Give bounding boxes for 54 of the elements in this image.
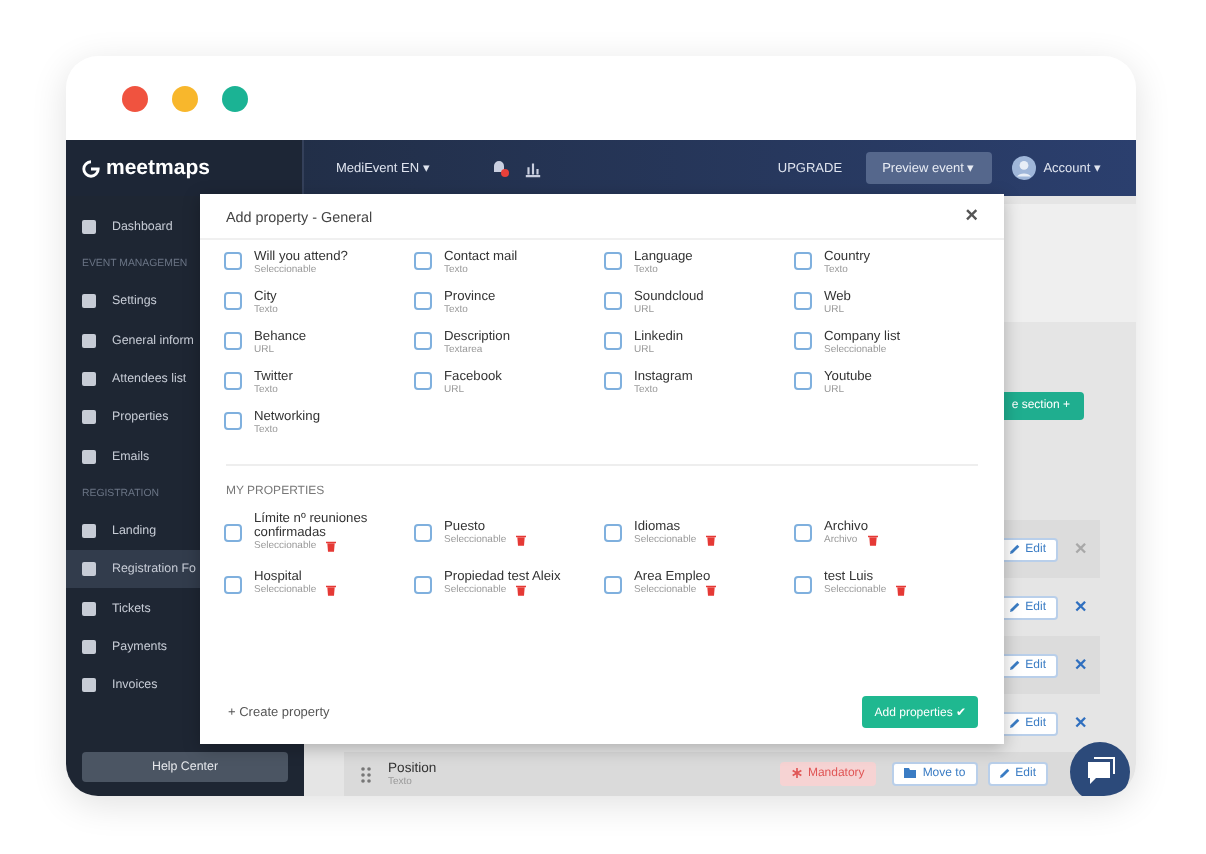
pencil-icon xyxy=(999,768,1010,779)
window-dot[interactable] xyxy=(222,85,248,111)
trash-icon[interactable] xyxy=(326,584,337,596)
window-dot[interactable] xyxy=(172,85,198,111)
checkbox[interactable] xyxy=(414,292,432,310)
trash-icon[interactable] xyxy=(706,533,717,545)
bar-chart-icon[interactable] xyxy=(524,159,543,177)
checkbox[interactable] xyxy=(224,252,242,270)
pencil-icon xyxy=(1009,601,1020,612)
checkbox[interactable] xyxy=(794,524,812,542)
remove-button[interactable]: ✕ xyxy=(1074,656,1088,675)
checkbox[interactable] xyxy=(224,575,242,593)
checkbox[interactable] xyxy=(414,575,432,593)
checkbox[interactable] xyxy=(414,524,432,542)
trash-icon[interactable] xyxy=(867,533,878,545)
checkbox[interactable] xyxy=(604,332,622,350)
checkbox[interactable] xyxy=(224,372,242,390)
asterisk-icon xyxy=(791,768,802,779)
checkbox[interactable] xyxy=(224,332,242,350)
logo-icon xyxy=(82,159,100,177)
pencil-icon xyxy=(1009,543,1020,554)
pencil-icon xyxy=(1009,717,1020,728)
folder-icon xyxy=(904,768,917,779)
close-button[interactable]: × xyxy=(965,204,978,228)
checkbox[interactable] xyxy=(224,292,242,310)
pencil-icon xyxy=(1009,659,1020,670)
trash-icon[interactable] xyxy=(326,540,337,552)
avatar-icon[interactable] xyxy=(1011,156,1036,180)
trash-icon[interactable] xyxy=(896,584,907,596)
trash-icon[interactable] xyxy=(706,584,717,596)
remove-button[interactable]: ✕ xyxy=(1074,598,1088,617)
checkbox[interactable] xyxy=(794,292,812,310)
checkbox[interactable] xyxy=(604,524,622,542)
window-dot[interactable] xyxy=(122,85,148,111)
remove-button[interactable]: ✕ xyxy=(1074,714,1088,733)
checkbox[interactable] xyxy=(604,372,622,390)
drag-handle-icon[interactable] xyxy=(360,765,372,784)
bell-icon[interactable] xyxy=(490,158,511,178)
checkbox[interactable] xyxy=(794,575,812,593)
chat-bubble-icon[interactable] xyxy=(1070,742,1130,796)
trash-icon[interactable] xyxy=(516,533,527,545)
logo-text: meetmaps xyxy=(106,156,210,180)
trash-icon[interactable] xyxy=(516,584,527,596)
checkbox[interactable] xyxy=(794,332,812,350)
checkbox[interactable] xyxy=(794,252,812,270)
checkbox[interactable] xyxy=(604,575,622,593)
checkbox[interactable] xyxy=(604,252,622,270)
checkbox[interactable] xyxy=(224,524,242,542)
checkbox[interactable] xyxy=(414,372,432,390)
checkbox[interactable] xyxy=(794,372,812,390)
checkbox[interactable] xyxy=(414,332,432,350)
checkbox[interactable] xyxy=(414,252,432,270)
checkbox[interactable] xyxy=(224,412,242,430)
checkbox[interactable] xyxy=(604,292,622,310)
